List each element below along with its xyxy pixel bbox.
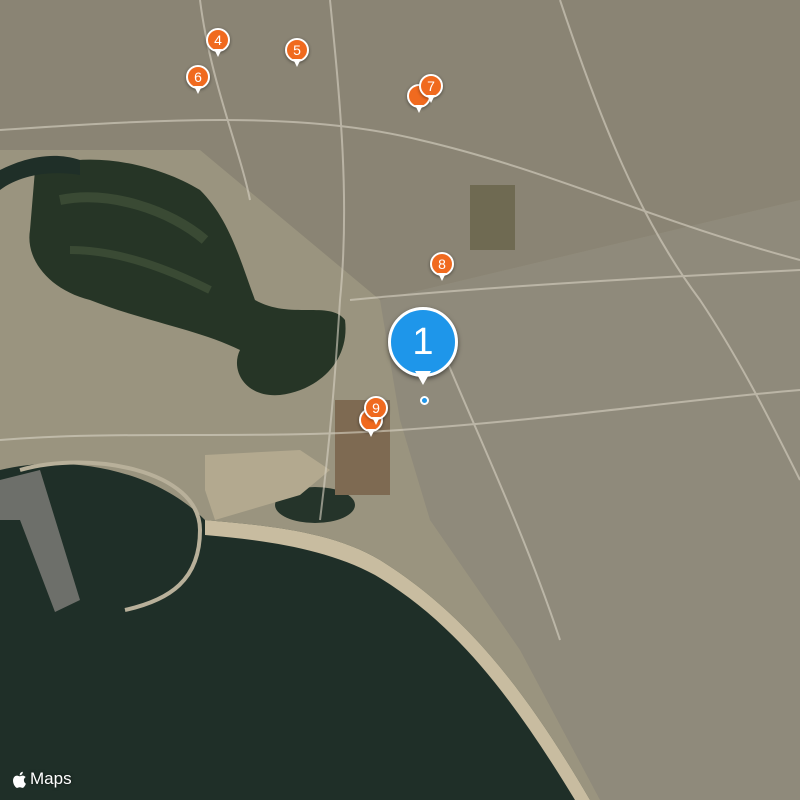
marker-1-label: 1 <box>388 307 458 377</box>
satellite-imagery <box>0 0 800 800</box>
marker-5[interactable]: 5 <box>285 38 309 70</box>
marker-9[interactable]: 9 <box>364 396 388 428</box>
park <box>470 185 515 250</box>
marker-6[interactable]: 6 <box>186 65 210 97</box>
marker-7[interactable]: 7 <box>419 74 443 106</box>
marker-8[interactable]: 8 <box>430 252 454 284</box>
map-view[interactable]: 4 5 6 7 8 9 1 Maps <box>0 0 800 800</box>
maps-brand-label: Maps <box>30 769 72 788</box>
location-dot <box>420 396 429 405</box>
marker-4[interactable]: 4 <box>206 28 230 60</box>
marker-1-selected[interactable]: 1 <box>388 307 458 393</box>
apple-logo-icon <box>13 771 26 788</box>
maps-attribution[interactable]: Maps <box>12 768 72 790</box>
